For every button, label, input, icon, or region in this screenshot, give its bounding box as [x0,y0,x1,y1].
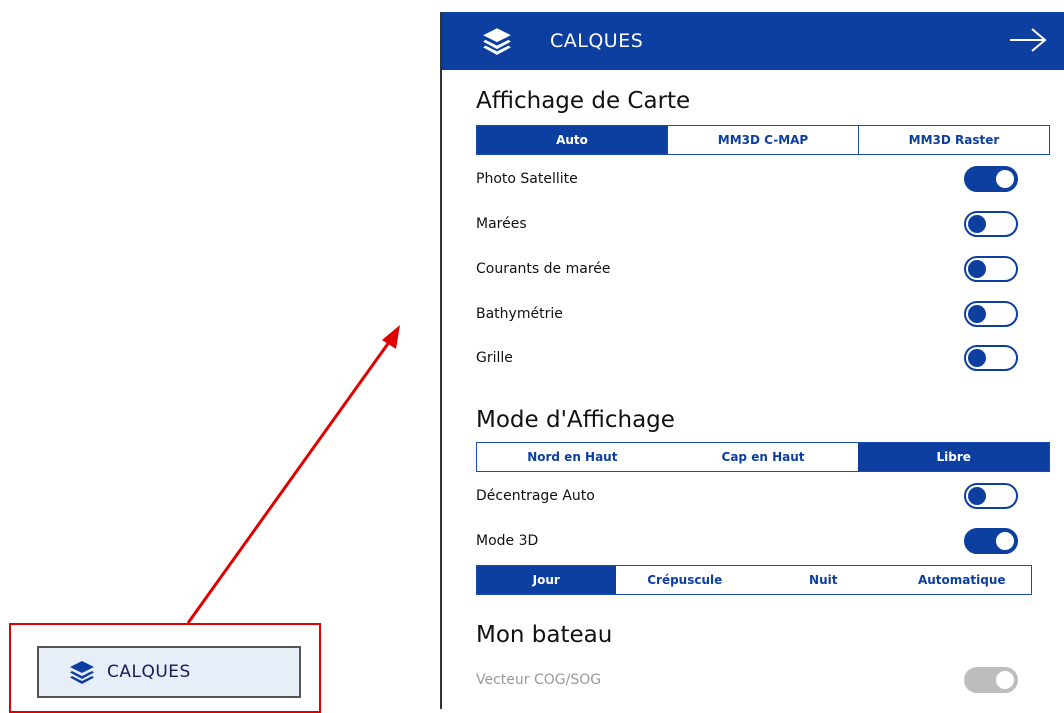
courants-toggle[interactable] [964,256,1018,282]
toggle-label: Vecteur COG/SOG [476,672,602,688]
toggle-label: Photo Satellite [476,171,578,187]
mode-3d-toggle[interactable] [964,528,1018,554]
panel-title: CALQUES [550,30,644,52]
toggle-row-bathymetrie: Bathymétrie [476,297,1036,331]
cog-sog-toggle[interactable] [964,667,1018,693]
calques-button[interactable]: CALQUES [37,646,301,698]
toggle-label: Marées [476,216,527,232]
option-crepuscule[interactable]: Crépuscule [616,566,755,594]
toggle-label: Bathymétrie [476,306,563,322]
toggle-row-mode-3d: Mode 3D [476,524,1036,558]
section-title-map-display: Affichage de Carte [476,88,691,114]
calques-button-label: CALQUES [107,662,191,682]
toggle-row-grille: Grille [476,341,1036,375]
option-nord-en-haut[interactable]: Nord en Haut [477,443,668,471]
option-libre[interactable]: Libre [858,443,1050,471]
grille-toggle[interactable] [964,345,1018,371]
toggle-row-marees: Marées [476,207,1036,241]
layers-icon [483,28,511,55]
option-auto[interactable]: Auto [477,126,667,154]
toggle-label: Courants de marée [476,261,611,277]
layers-panel: CALQUES Affichage de Carte Auto MM3D C-M… [440,12,1064,709]
toggle-row-decentrage: Décentrage Auto [476,479,1036,513]
toggle-row-photo-satellite: Photo Satellite [476,162,1036,196]
toggle-row-cog-sog: Vecteur COG/SOG [476,663,1036,697]
toggle-label: Mode 3D [476,533,539,549]
photo-satellite-toggle[interactable] [964,166,1018,192]
decentrage-auto-toggle[interactable] [964,483,1018,509]
marees-toggle[interactable] [964,211,1018,237]
layers-icon [70,661,94,684]
option-jour[interactable]: Jour [477,566,616,594]
option-mm3d-raster[interactable]: MM3D Raster [858,126,1049,154]
option-mm3d-cmap[interactable]: MM3D C-MAP [667,126,858,154]
display-mode-selector: Nord en Haut Cap en Haut Libre [476,442,1050,472]
toggle-row-courants: Courants de marée [476,252,1036,286]
section-title-display-mode: Mode d'Affichage [476,407,675,433]
section-title-my-boat: Mon bateau [476,622,613,648]
map-display-selector: Auto MM3D C-MAP MM3D Raster [476,125,1050,155]
option-nuit[interactable]: Nuit [754,566,893,594]
option-cap-en-haut[interactable]: Cap en Haut [668,443,859,471]
panel-header: CALQUES [442,12,1064,70]
option-automatique[interactable]: Automatique [893,566,1032,594]
arrow-right-icon[interactable] [1008,27,1048,53]
toggle-label: Décentrage Auto [476,488,595,504]
toggle-label: Grille [476,350,513,366]
bathymetrie-toggle[interactable] [964,301,1018,327]
light-mode-selector: Jour Crépuscule Nuit Automatique [476,565,1032,595]
